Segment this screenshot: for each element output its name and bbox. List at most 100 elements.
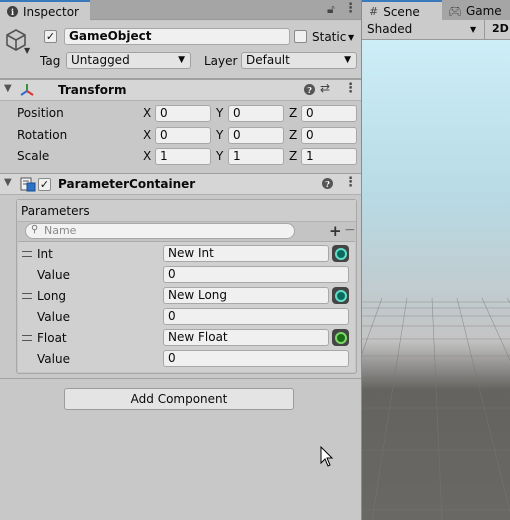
transform-axes-icon — [20, 84, 34, 96]
component-enabled-checkbox[interactable]: ✓ — [38, 178, 51, 191]
position-label: Position — [17, 106, 64, 120]
parameter-value-field[interactable]: 0 — [163, 350, 349, 367]
parameter-color-icon[interactable] — [332, 329, 349, 346]
layer-dropdown[interactable]: Default ▼ — [241, 52, 357, 69]
search-icon: ⚲ — [31, 224, 39, 235]
kebab-menu-icon[interactable]: ⋮ — [344, 1, 357, 16]
scene-tab-bar: # Scene 🎮︎ Game — [362, 0, 510, 21]
presets-icon[interactable]: ⇄ — [320, 81, 330, 95]
transform-title: Transform — [58, 83, 127, 97]
parameters-list-header: Parameters — [17, 200, 356, 222]
scene-toolbar: Shaded ▼ 2D — [362, 20, 510, 40]
parameter-color-icon[interactable] — [332, 245, 349, 262]
parameter-items: Int New Int Value 0 Long New Long Value … — [16, 241, 357, 371]
scene-grid — [362, 297, 510, 520]
info-icon: i — [7, 6, 18, 17]
toolbar-divider — [484, 20, 485, 40]
tab-scene[interactable]: # Scene — [362, 0, 442, 21]
shading-mode-dropdown[interactable]: Shaded ▼ — [362, 21, 480, 39]
axis-z-label: Z — [289, 106, 298, 120]
static-label: Static — [312, 30, 347, 44]
kebab-menu-icon[interactable]: ⋮ — [344, 81, 357, 96]
value-label: Value — [37, 268, 70, 282]
axis-z-label: Z — [289, 128, 298, 142]
value-label: Value — [37, 310, 70, 324]
foldout-arrow-icon[interactable]: ▼ — [4, 177, 12, 188]
parameter-name-field[interactable]: New Long — [163, 287, 329, 304]
parameter-value-field[interactable]: 0 — [163, 266, 349, 283]
position-y-field[interactable]: 0 — [228, 105, 284, 122]
parameter-value-field[interactable]: 0 — [163, 308, 349, 325]
chevron-down-icon: ▼ — [344, 55, 351, 65]
tab-game-label: Game — [465, 4, 502, 18]
search-input[interactable]: ⚲ Name — [25, 223, 295, 239]
mouse-cursor-icon — [320, 446, 334, 467]
parameter-name-field[interactable]: New Float — [163, 329, 329, 346]
parameter-type-label: Long — [37, 289, 67, 303]
tab-inspector-label: Inspector — [23, 4, 79, 19]
shading-mode-value: Shaded — [367, 22, 413, 36]
rotation-z-field[interactable]: 0 — [301, 127, 357, 144]
scale-z-field[interactable]: 1 — [301, 148, 357, 165]
foldout-arrow-icon[interactable]: ▼ — [4, 83, 12, 94]
drag-handle-icon[interactable] — [22, 251, 32, 257]
axis-y-label: Y — [216, 128, 224, 142]
help-icon[interactable]: ? — [304, 84, 315, 95]
tag-value: Untagged — [71, 53, 130, 67]
remove-parameter-button[interactable]: − — [344, 222, 356, 238]
scene-viewport[interactable] — [362, 40, 510, 520]
tag-dropdown[interactable]: Untagged ▼ — [66, 52, 191, 69]
parameter-type-label: Int — [37, 247, 53, 261]
gamepad-icon: 🎮︎ — [448, 4, 462, 18]
tab-scene-label: Scene — [383, 4, 420, 19]
transform-body: Position X 0 Y 0 Z 0 Rotation X 0 Y 0 Z … — [0, 101, 361, 173]
static-dropdown-arrow[interactable]: ▼ — [348, 33, 354, 42]
rotation-y-field[interactable]: 0 — [228, 127, 284, 144]
2d-mode-toggle[interactable]: 2D — [492, 22, 509, 35]
scene-grid-icon: # — [369, 5, 379, 18]
chevron-down-icon: ▼ — [470, 25, 477, 34]
layer-label: Layer — [204, 54, 238, 68]
position-z-field[interactable]: 0 — [301, 105, 357, 122]
position-x-field[interactable]: 0 — [155, 105, 211, 122]
parameter-type-label: Float — [37, 331, 67, 345]
add-component-button[interactable]: Add Component — [64, 388, 294, 410]
search-placeholder: Name — [44, 224, 77, 237]
chevron-down-icon: ▼ — [178, 55, 185, 65]
scale-y-field[interactable]: 1 — [228, 148, 284, 165]
drag-handle-icon[interactable] — [22, 293, 32, 299]
rotation-x-field[interactable]: 0 — [155, 127, 211, 144]
lock-icon[interactable]: 🔓︎ — [327, 2, 335, 17]
parameter-container-title: ParameterContainer — [58, 177, 196, 191]
kebab-menu-icon[interactable]: ⋮ — [344, 175, 357, 190]
tag-label: Tag — [40, 54, 61, 68]
add-parameter-button[interactable]: + — [329, 222, 342, 240]
help-icon[interactable]: ? — [322, 178, 333, 189]
tab-inspector[interactable]: i Inspector — [0, 0, 90, 21]
parameter-name-field[interactable]: New Int — [163, 245, 329, 262]
axis-x-label: X — [143, 106, 152, 120]
static-checkbox[interactable] — [294, 30, 307, 43]
parameter-container-header[interactable]: ▼ ✓ ParameterContainer ? ⋮ — [0, 173, 361, 195]
inspector-tab-bar: i Inspector 🔓︎ ⋮ — [0, 0, 361, 21]
parameters-label: Parameters — [21, 204, 90, 218]
inspector-panel: i Inspector 🔓︎ ⋮ ▼ ✓ GameObject Static ▼… — [0, 0, 361, 520]
layer-value: Default — [246, 53, 290, 67]
rotation-label: Rotation — [17, 128, 68, 142]
scale-label: Scale — [17, 149, 50, 163]
script-icon — [20, 177, 36, 192]
icon-dropdown-arrow[interactable]: ▼ — [24, 46, 30, 55]
active-checkbox[interactable]: ✓ — [44, 30, 57, 43]
axis-x-label: X — [143, 128, 152, 142]
drag-handle-icon[interactable] — [22, 335, 32, 341]
axis-x-label: X — [143, 149, 152, 163]
parameter-color-icon[interactable] — [332, 287, 349, 304]
scale-x-field[interactable]: 1 — [155, 148, 211, 165]
transform-header[interactable]: ▼ Transform ? ⇄ ⋮ — [0, 79, 361, 101]
divider — [0, 378, 361, 379]
axis-z-label: Z — [289, 149, 298, 163]
value-label: Value — [37, 352, 70, 366]
axis-y-label: Y — [216, 149, 224, 163]
tab-game[interactable]: 🎮︎ Game — [444, 2, 502, 20]
object-name-field[interactable]: GameObject — [64, 28, 290, 45]
